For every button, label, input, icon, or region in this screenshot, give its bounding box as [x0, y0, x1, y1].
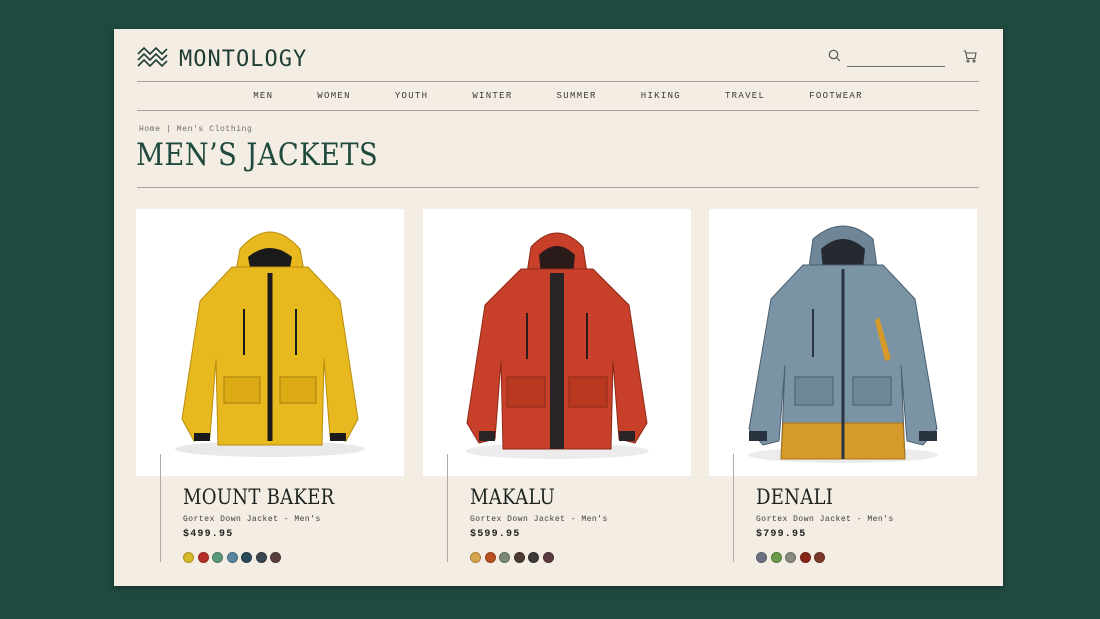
product-name[interactable]: DENALI — [756, 485, 833, 509]
nav-item-hiking[interactable]: HIKING — [641, 91, 681, 101]
color-swatch-5[interactable] — [814, 552, 825, 563]
brand-name: MONTOLOGY — [179, 46, 308, 72]
search-box — [828, 49, 945, 67]
color-swatch-1[interactable] — [470, 552, 481, 563]
color-swatch-5[interactable] — [241, 552, 252, 563]
product-price: $599.95 — [470, 529, 521, 540]
color-swatch-3[interactable] — [785, 552, 796, 563]
product-subtitle: Gortex Down Jacket - Men's — [470, 515, 608, 524]
color-swatches — [183, 552, 285, 563]
card-divider — [160, 454, 161, 562]
product-name[interactable]: MOUNT BAKER — [183, 485, 335, 509]
color-swatch-4[interactable] — [226, 552, 238, 563]
product-image[interactable] — [136, 209, 404, 476]
color-swatch-2[interactable] — [484, 552, 496, 563]
product-price: $499.95 — [183, 529, 234, 540]
color-swatches — [470, 552, 557, 563]
brand-logo[interactable]: MONTOLOGY — [137, 46, 307, 73]
product-price: $799.95 — [756, 529, 807, 540]
search-input[interactable] — [847, 53, 945, 67]
nav-item-men[interactable]: MEN — [253, 91, 273, 101]
color-swatch-6[interactable] — [255, 552, 267, 563]
color-swatch-2[interactable] — [770, 552, 782, 563]
nav-item-summer[interactable]: SUMMER — [557, 91, 597, 101]
cart-icon[interactable] — [963, 50, 977, 68]
color-swatches — [756, 552, 829, 563]
nav-item-travel[interactable]: TRAVEL — [725, 91, 765, 101]
nav-item-women[interactable]: WOMEN — [317, 91, 351, 101]
nav-item-footwear[interactable]: FOOTWEAR — [809, 91, 863, 101]
color-swatch-2[interactable] — [197, 552, 209, 563]
color-swatch-4[interactable] — [799, 552, 811, 563]
site-header: MONTOLOGY — [114, 29, 1003, 81]
search-icon[interactable] — [828, 49, 841, 67]
nav-item-youth[interactable]: YOUTH — [395, 91, 429, 101]
nav-divider — [137, 110, 979, 111]
nav-item-winter[interactable]: WINTER — [472, 91, 512, 101]
product-subtitle: Gortex Down Jacket - Men's — [183, 515, 321, 524]
color-swatch-7[interactable] — [270, 552, 281, 563]
product-subtitle: Gortex Down Jacket - Men's — [756, 515, 894, 524]
color-swatch-3[interactable] — [499, 552, 510, 563]
color-swatch-4[interactable] — [513, 552, 525, 563]
color-swatch-5[interactable] — [528, 552, 539, 563]
color-swatch-1[interactable] — [756, 552, 767, 563]
color-swatch-6[interactable] — [542, 552, 554, 563]
product-image[interactable] — [709, 209, 977, 476]
product-card-denali[interactable]: DENALI Gortex Down Jacket - Men's $799.9… — [709, 209, 977, 569]
color-swatch-3[interactable] — [212, 552, 223, 563]
page-title: MEN’S JACKETS — [136, 137, 379, 173]
card-divider — [447, 454, 448, 562]
color-swatch-1[interactable] — [183, 552, 194, 563]
product-card-mount-baker[interactable]: MOUNT BAKER Gortex Down Jacket - Men's $… — [136, 209, 404, 569]
product-card-makalu[interactable]: MAKALU Gortex Down Jacket - Men's $599.9… — [423, 209, 691, 569]
breadcrumb[interactable]: Home | Men's Clothing — [139, 125, 252, 134]
main-nav: MEN WOMEN YOUTH WINTER SUMMER HIKING TRA… — [137, 82, 979, 110]
waves-logo-icon — [137, 46, 168, 73]
product-image[interactable] — [423, 209, 691, 476]
card-divider — [733, 454, 734, 562]
title-divider — [137, 187, 979, 188]
product-name[interactable]: MAKALU — [470, 485, 555, 509]
page-panel: MONTOLOGY MEN WOMEN YOUTH WINTER SUMMER — [114, 29, 1003, 586]
